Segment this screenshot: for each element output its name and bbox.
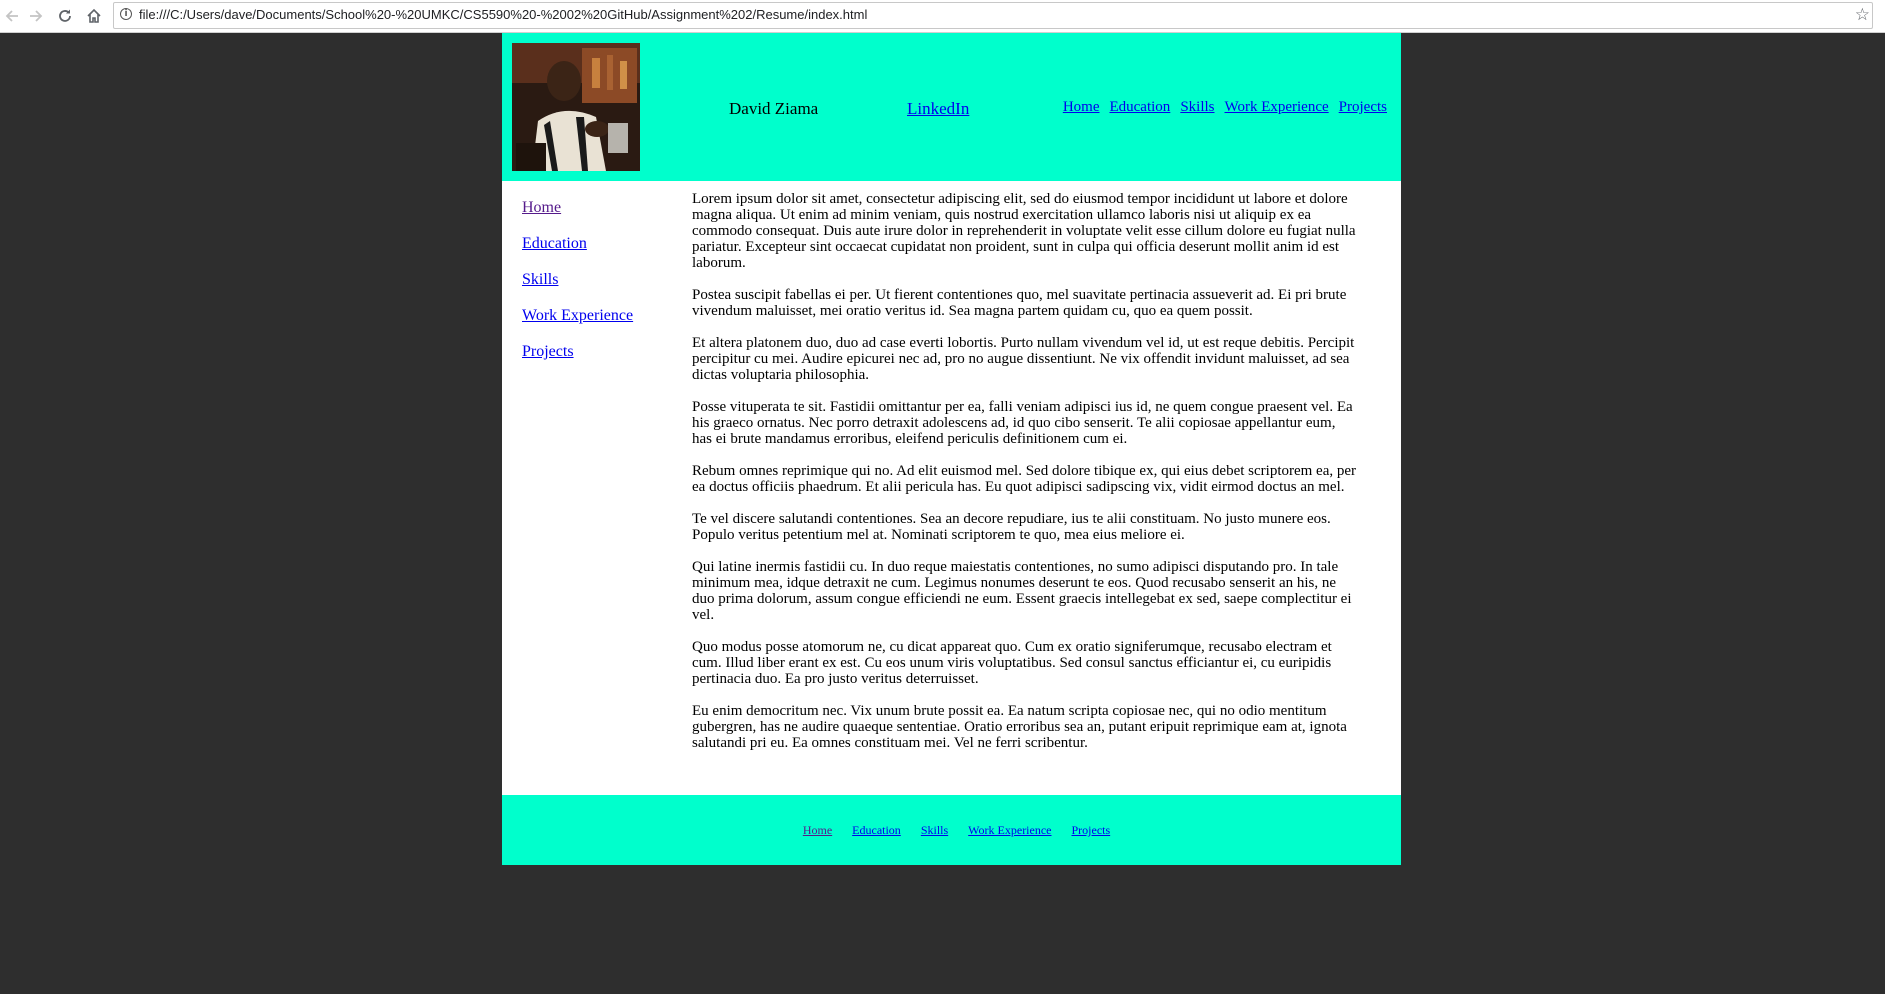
sidebar-item-skills[interactable]: Skills: [522, 271, 672, 307]
profile-photo: [512, 43, 640, 171]
footer-nav-education[interactable]: Education: [852, 823, 901, 838]
paragraph: Posse vituperata te sit. Fastidii omitta…: [692, 399, 1353, 447]
page-footer: Home Education Skills Work Experience Pr…: [502, 795, 1401, 865]
linkedin-link[interactable]: LinkedIn: [907, 99, 969, 119]
header-nav-work-experience[interactable]: Work Experience: [1225, 99, 1329, 116]
forward-arrow-icon[interactable]: [24, 4, 48, 28]
header-nav-projects[interactable]: Projects: [1339, 99, 1387, 116]
sidebar-item-education[interactable]: Education: [522, 235, 672, 271]
header-nav-home[interactable]: Home: [1063, 99, 1100, 116]
paragraph: Et altera platonem duo, duo ad case ever…: [692, 335, 1355, 383]
info-icon[interactable]: i: [120, 8, 132, 20]
sidebar-item-home[interactable]: Home: [522, 199, 672, 235]
header-name: David Ziama: [729, 99, 819, 118]
paragraph: Postea suscipit fabellas ei per. Ut fier…: [692, 287, 1347, 319]
reload-icon[interactable]: [53, 4, 77, 28]
paragraph: Lorem ipsum dolor sit amet, consectetur …: [692, 191, 1356, 271]
browser-toolbar: i file:///C:/Users/dave/Documents/School…: [0, 0, 1885, 33]
footer-nav: Home Education Skills Work Experience Pr…: [502, 823, 1401, 838]
paragraph: Rebum omnes reprimique qui no. Ad elit e…: [692, 463, 1357, 495]
star-icon[interactable]: ☆: [1855, 5, 1870, 25]
main-content: Lorem ipsum dolor sit amet, consectetur …: [692, 191, 1357, 767]
content-area: Home Education Skills Work Experience Pr…: [502, 181, 1401, 795]
paragraph: Qui latine inermis fastidii cu. In duo r…: [692, 559, 1352, 623]
url-text[interactable]: file:///C:/Users/dave/Documents/School%2…: [139, 7, 867, 22]
header-nav-skills[interactable]: Skills: [1180, 99, 1214, 116]
address-bar[interactable]: i file:///C:/Users/dave/Documents/School…: [113, 2, 1873, 29]
header-nav: Home Education Skills Work Experience Pr…: [1063, 99, 1387, 116]
footer-nav-work-experience[interactable]: Work Experience: [968, 823, 1051, 838]
footer-nav-skills[interactable]: Skills: [921, 823, 948, 838]
paragraph: Eu enim democritum nec. Vix unum brute p…: [692, 703, 1347, 751]
paragraph: Te vel discere salutandi contentiones. S…: [692, 511, 1331, 543]
page-header: David Ziama LinkedIn Home Education Skil…: [502, 33, 1401, 181]
footer-nav-projects[interactable]: Projects: [1072, 823, 1111, 838]
back-arrow-icon[interactable]: [0, 4, 24, 28]
footer-nav-home[interactable]: Home: [803, 823, 832, 838]
home-icon[interactable]: [82, 4, 106, 28]
sidebar-item-work-experience[interactable]: Work Experience: [522, 307, 672, 343]
sidebar-item-projects[interactable]: Projects: [522, 343, 672, 379]
header-nav-education[interactable]: Education: [1109, 99, 1170, 116]
paragraph: Quo modus posse atomorum ne, cu dicat ap…: [692, 639, 1332, 687]
resume-page: David Ziama LinkedIn Home Education Skil…: [502, 33, 1401, 865]
sidebar-nav: Home Education Skills Work Experience Pr…: [522, 199, 672, 379]
